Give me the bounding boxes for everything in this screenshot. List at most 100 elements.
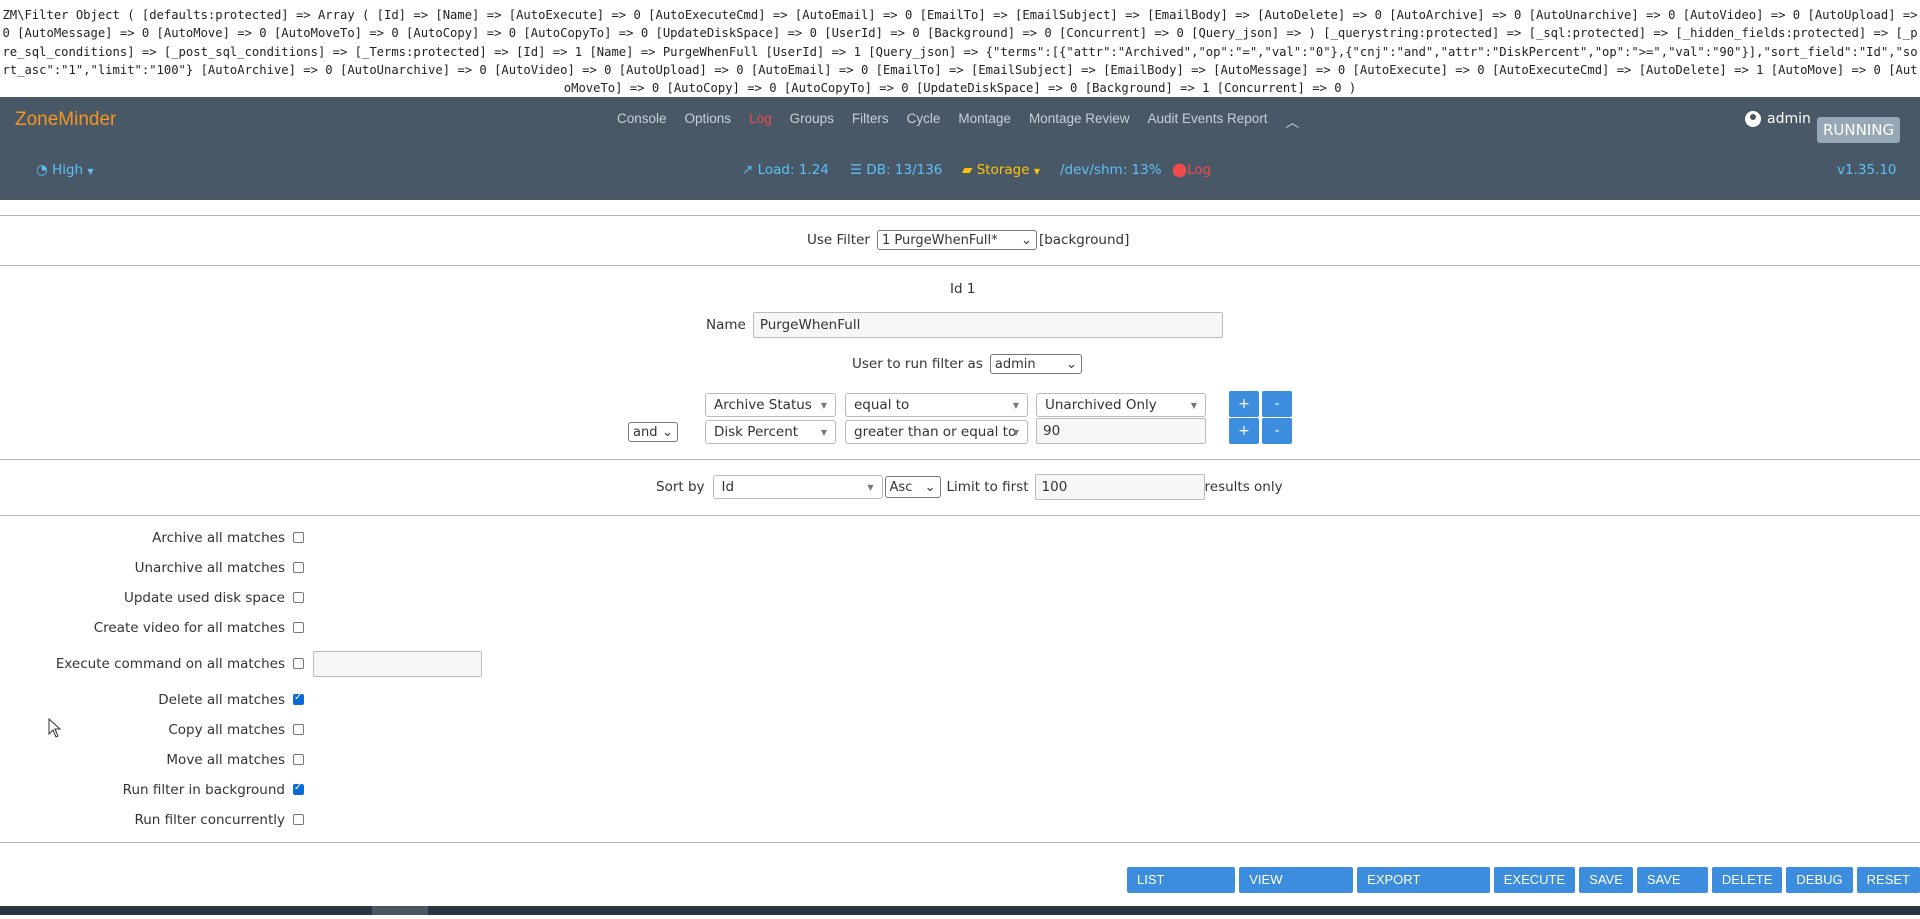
name-row: Name PurgeWhenFull — [706, 312, 1223, 338]
menu-montage[interactable]: Montage — [949, 111, 1020, 131]
move-checkbox[interactable] — [293, 754, 304, 765]
caret-down-icon: ▼ — [820, 427, 827, 437]
debug-output: ZM\Filter Object ( [defaults:protected] … — [0, 0, 1920, 97]
navbar: ZoneMinder Console Options Log Groups Fi… — [0, 97, 1920, 200]
filter-id: Id 1 — [950, 281, 976, 297]
debug-text: ZM\Filter Object ( [defaults:protected] … — [2, 8, 1918, 96]
trend-icon: ↗ — [742, 162, 754, 178]
option-label: Archive all matches — [152, 530, 285, 546]
scrollbar-thumb[interactable] — [372, 906, 428, 915]
use-filter-row: Use Filter 1 PurgeWhenFull* ⌄ [backgroun… — [807, 230, 1129, 250]
option-label: Create video for all matches — [93, 620, 285, 636]
debug-button[interactable]: DEBUG — [1786, 867, 1853, 893]
remove-term-button[interactable]: - — [1262, 391, 1292, 417]
action-buttons: LIST MATCHES VIEW MATCHES EXPORT MATCHES… — [1127, 867, 1920, 913]
divider — [0, 265, 1920, 266]
chevron-down-icon: ⌄ — [1065, 356, 1077, 372]
term-op-select[interactable]: greater than or equal to ▼ — [845, 420, 1028, 444]
database-icon: ☰ — [850, 162, 863, 178]
sort-field-select[interactable]: Id ▼ — [712, 475, 883, 499]
use-filter-label: Use Filter — [807, 232, 870, 248]
user-value: admin — [994, 356, 1036, 372]
term-cnj-select[interactable]: and ⌄ — [628, 422, 678, 442]
menu-log[interactable]: Log — [740, 111, 781, 131]
collapse-chevron-icon[interactable]: ︿ — [1277, 111, 1309, 131]
term-op-select[interactable]: equal to ▼ — [845, 393, 1028, 417]
execute-command-input[interactable] — [313, 651, 482, 677]
term-cnj-value: and — [633, 424, 658, 440]
wifi-icon: ◔ — [36, 162, 48, 178]
run-state-button[interactable]: RUNNING — [1817, 117, 1901, 143]
term-attr-select[interactable]: Archive Status ▼ — [705, 393, 836, 417]
db-label: DB: 13/136 — [866, 162, 943, 178]
execute-command-checkbox[interactable] — [293, 658, 304, 669]
storage-dropdown[interactable]: ▰ Storage ▼ — [962, 162, 1040, 178]
menu-montage-review[interactable]: Montage Review — [1020, 111, 1139, 131]
list-matches-button[interactable]: LIST MATCHES — [1127, 867, 1236, 913]
term-attr-value: Archive Status — [714, 397, 812, 413]
save-button[interactable]: SAVE — [1579, 867, 1633, 893]
alert-icon: ⬤ — [1172, 162, 1188, 178]
execute-button[interactable]: EXECUTE — [1493, 867, 1576, 893]
menu-audit-events-report[interactable]: Audit Events Report — [1139, 111, 1277, 131]
option-label: Execute command on all matches — [55, 656, 285, 672]
menu-options[interactable]: Options — [676, 111, 741, 131]
option-label: Move all matches — [166, 752, 285, 768]
update-disk-space-checkbox[interactable] — [293, 592, 304, 603]
term-attr-select[interactable]: Disk Percent ▼ — [705, 420, 836, 444]
background-checkbox[interactable] — [293, 782, 304, 795]
sort-row: Sort by Id ▼ Asc ⌄ Limit to first 100 resu… — [656, 474, 1283, 500]
brand-logo[interactable]: ZoneMinder — [15, 109, 116, 131]
add-term-button[interactable]: + — [1229, 391, 1259, 417]
option-label: Update used disk space — [123, 590, 285, 606]
option-label: Run filter in background — [122, 782, 285, 798]
term-op-value: greater than or equal to — [854, 424, 1017, 440]
user-menu[interactable]: admin — [1745, 111, 1811, 127]
view-matches-button[interactable]: VIEW MATCHES — [1239, 867, 1354, 913]
db-indicator: ☰ DB: 13/136 — [850, 162, 942, 178]
load-indicator: ↗ Load: 1.24 — [742, 162, 829, 178]
term-val-select[interactable]: Unarchived Only ▼ — [1036, 393, 1206, 417]
unarchive-checkbox[interactable] — [293, 562, 304, 573]
chevron-down-icon: ⌄ — [662, 424, 673, 440]
export-matches-button[interactable]: EXPORT MATCHES — [1357, 867, 1490, 913]
delete-checkbox[interactable] — [293, 692, 304, 705]
sort-dir-select[interactable]: Asc ⌄ — [884, 476, 941, 498]
option-label: Unarchive all matches — [134, 560, 285, 576]
add-term-button[interactable]: + — [1229, 418, 1259, 444]
log-label: Log — [1187, 162, 1212, 178]
main-menu: Console Options Log Groups Filters Cycle… — [608, 111, 1308, 131]
reset-button[interactable]: RESET — [1856, 867, 1920, 893]
bandwidth-label: High — [52, 162, 84, 178]
user-label: User to run filter as — [852, 356, 983, 372]
user-name: admin — [1767, 111, 1811, 127]
menu-groups[interactable]: Groups — [781, 111, 843, 131]
create-video-checkbox[interactable] — [293, 622, 304, 633]
menu-filters[interactable]: Filters — [843, 111, 898, 131]
caret-down-icon: ▼ — [1012, 400, 1019, 410]
limit-input[interactable]: 100 — [1034, 474, 1205, 500]
use-filter-select[interactable]: 1 PurgeWhenFull* ⌄ — [876, 230, 1037, 250]
name-label: Name — [706, 317, 746, 333]
menu-console[interactable]: Console — [608, 111, 676, 131]
copy-checkbox[interactable] — [293, 724, 304, 735]
term-val-input[interactable]: 90 — [1036, 418, 1206, 444]
limit-label: Limit to first — [946, 479, 1029, 495]
remove-term-button[interactable]: - — [1262, 418, 1292, 444]
name-input[interactable]: PurgeWhenFull — [752, 312, 1223, 338]
term-op-value: equal to — [854, 397, 910, 413]
version-label: v1.35.10 — [1837, 162, 1897, 178]
user-select[interactable]: admin ⌄ — [989, 354, 1082, 374]
background-tag: [background] — [1038, 232, 1130, 248]
chevron-down-icon: ⌄ — [924, 479, 936, 495]
log-indicator[interactable]: ⬤Log — [1172, 162, 1211, 178]
archive-checkbox[interactable] — [293, 532, 304, 543]
save-as-button[interactable]: SAVE AS — [1636, 867, 1708, 913]
concurrent-checkbox[interactable] — [293, 814, 304, 825]
menu-cycle[interactable]: Cycle — [898, 111, 950, 131]
bandwidth-dropdown[interactable]: ◔ High ▼ — [36, 162, 94, 178]
sort-label: Sort by — [656, 479, 705, 495]
option-label: Run filter concurrently — [134, 812, 285, 828]
delete-button[interactable]: DELETE — [1711, 867, 1783, 893]
caret-down-icon: ▼ — [1033, 167, 1040, 176]
